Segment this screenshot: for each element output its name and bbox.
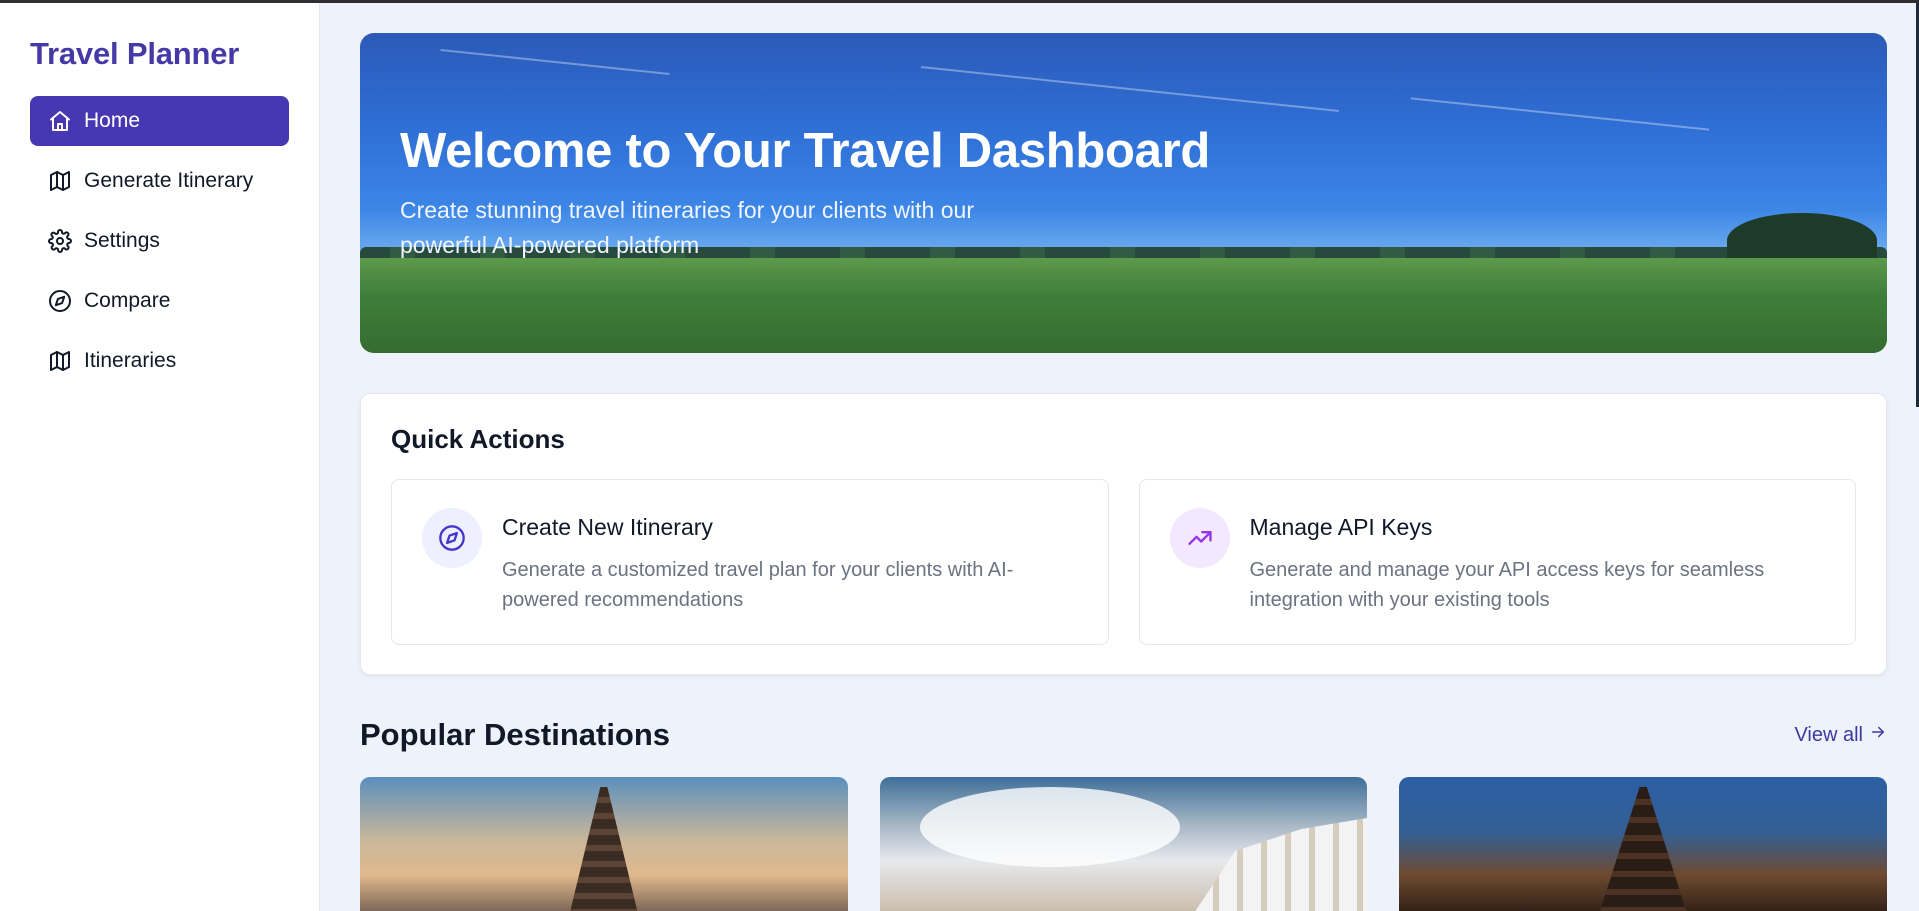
cloud-streak bbox=[1410, 97, 1710, 131]
sidebar-item-label: Home bbox=[84, 109, 141, 132]
pagoda-street-image bbox=[1598, 787, 1689, 911]
sidebar-item-label: Generate Itinerary bbox=[84, 169, 254, 192]
destination-card-pagoda-street[interactable] bbox=[1399, 777, 1888, 911]
quick-actions-title: Quick Actions bbox=[391, 424, 565, 454]
gear-icon bbox=[48, 229, 72, 253]
quick-actions-card: Quick Actions Create New Itinerary Gener… bbox=[360, 393, 1887, 675]
sidebar-item-generate-itinerary[interactable]: Generate Itinerary bbox=[30, 156, 289, 206]
destination-card-temple-pagoda[interactable] bbox=[360, 777, 848, 911]
sidebar-item-compare[interactable]: Compare bbox=[30, 276, 289, 326]
compass-icon bbox=[48, 289, 72, 313]
hero-grass-field bbox=[360, 258, 1887, 353]
cloud-streak bbox=[440, 48, 670, 76]
temple-pagoda-image bbox=[568, 787, 639, 911]
action-description: Generate and manage your API access keys… bbox=[1249, 559, 1765, 611]
trending-up-icon bbox=[1169, 508, 1230, 568]
map-icon bbox=[48, 169, 72, 193]
cloud-image bbox=[919, 787, 1180, 867]
main-content: Welcome to Your Travel Dashboard Create … bbox=[320, 3, 1919, 911]
hero-banner: Welcome to Your Travel Dashboard Create … bbox=[360, 33, 1887, 353]
manage-api-keys-action[interactable]: Manage API Keys Generate and manage your… bbox=[1138, 479, 1856, 645]
hero-subtitle: Create stunning travel itineraries for y… bbox=[400, 197, 974, 258]
brand-title: Travel Planner bbox=[30, 36, 240, 71]
sidebar-item-itineraries[interactable]: Itineraries bbox=[30, 336, 289, 386]
home-icon bbox=[48, 109, 72, 133]
sidebar-item-label: Compare bbox=[84, 289, 171, 312]
create-new-itinerary-action[interactable]: Create New Itinerary Generate a customiz… bbox=[391, 479, 1109, 645]
popular-destinations-title: Popular Destinations bbox=[360, 717, 671, 752]
white-village-seaside-image bbox=[1191, 818, 1368, 911]
sidebar-item-label: Settings bbox=[84, 229, 160, 252]
action-title: Manage API Keys bbox=[1249, 514, 1433, 540]
sidebar-nav: Home Generate Itinerary Settings Compare bbox=[30, 96, 289, 386]
action-body: Create New Itinerary Generate a customiz… bbox=[502, 508, 1078, 616]
hero-content: Welcome to Your Travel Dashboard Create … bbox=[400, 123, 1300, 263]
destination-card-white-village[interactable] bbox=[879, 777, 1368, 911]
popular-destinations-header: Popular Destinations View all bbox=[360, 717, 1887, 753]
action-description: Generate a customized travel plan for yo… bbox=[502, 559, 1014, 611]
popular-destinations-grid bbox=[360, 777, 1888, 911]
view-all-link[interactable]: View all bbox=[1794, 723, 1887, 747]
action-body: Manage API Keys Generate and manage your… bbox=[1250, 508, 1826, 616]
action-title: Create New Itinerary bbox=[502, 514, 713, 540]
arrow-right-icon bbox=[1869, 723, 1887, 747]
sidebar-item-label: Itineraries bbox=[84, 349, 177, 372]
compass-icon bbox=[422, 508, 482, 568]
sidebar: Travel Planner Home Generate Itinerary S… bbox=[0, 3, 320, 911]
sidebar-item-settings[interactable]: Settings bbox=[30, 216, 289, 266]
hero-title: Welcome to Your Travel Dashboard bbox=[400, 124, 1211, 178]
view-all-label: View all bbox=[1794, 723, 1863, 746]
quick-actions-grid: Create New Itinerary Generate a customiz… bbox=[391, 479, 1856, 645]
map-icon bbox=[48, 349, 72, 373]
app-shell: Travel Planner Home Generate Itinerary S… bbox=[0, 3, 1919, 911]
sidebar-item-home[interactable]: Home bbox=[30, 96, 289, 146]
cloud-streak bbox=[921, 66, 1339, 112]
